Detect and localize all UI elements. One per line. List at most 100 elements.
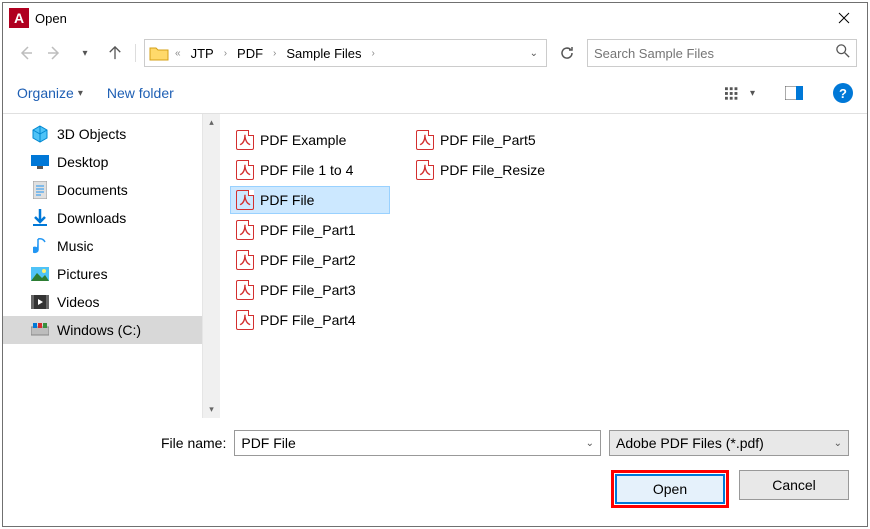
tree-item[interactable]: Windows (C:) bbox=[3, 316, 202, 344]
back-button[interactable] bbox=[13, 41, 37, 65]
chevron-right-icon: › bbox=[271, 48, 278, 59]
tree-item-label: 3D Objects bbox=[57, 126, 126, 142]
highlight-box: Open bbox=[611, 470, 729, 508]
tree-scrollbar[interactable]: ▴ ▾ bbox=[203, 114, 220, 418]
nav-row: ▾ « JTP › PDF › Sample Files › ⌄ bbox=[3, 33, 867, 73]
preview-pane-button[interactable] bbox=[779, 80, 809, 106]
desktop-icon bbox=[31, 153, 49, 171]
arrow-right-icon bbox=[47, 45, 63, 61]
arrow-up-icon bbox=[108, 46, 122, 60]
file-label: PDF File_Part1 bbox=[260, 222, 356, 238]
tree-item-label: Downloads bbox=[57, 210, 126, 226]
history-dropdown[interactable]: ▾ bbox=[73, 41, 97, 65]
file-item[interactable]: 人PDF File_Part4 bbox=[230, 306, 390, 334]
chevron-down-icon[interactable]: ⌄ bbox=[586, 438, 594, 449]
pdf-icon: 人 bbox=[236, 250, 254, 270]
file-item[interactable]: 人 PDF File_Part3 bbox=[230, 276, 390, 304]
close-button[interactable] bbox=[821, 3, 867, 33]
pdf-icon: 人 bbox=[416, 130, 434, 150]
filename-label: File name: bbox=[161, 435, 226, 451]
command-bar: Organize ▾ New folder ▾ ? bbox=[3, 73, 867, 113]
file-item[interactable]: 人PDF File 1 to 4 bbox=[230, 156, 390, 184]
breadcrumb-item[interactable]: JTP bbox=[187, 44, 218, 63]
tree-item[interactable]: Pictures bbox=[3, 260, 202, 288]
organize-label: Organize bbox=[17, 85, 74, 101]
chevron-down-icon: ⌄ bbox=[834, 438, 842, 449]
chevron-right-icon: › bbox=[222, 48, 229, 59]
breadcrumb-prefix: « bbox=[173, 48, 183, 59]
chevron-down-icon: ▾ bbox=[750, 88, 755, 99]
filename-input[interactable]: PDF File ⌄ bbox=[234, 430, 601, 456]
tree-item[interactable]: Downloads bbox=[3, 204, 202, 232]
organize-menu[interactable]: Organize ▾ bbox=[17, 85, 83, 101]
file-type-dropdown[interactable]: Adobe PDF Files (*.pdf) ⌄ bbox=[609, 430, 849, 456]
pdf-icon: 人 bbox=[236, 130, 254, 150]
file-item[interactable]: 人 PDF File_Part5 bbox=[410, 126, 570, 154]
file-label: PDF File bbox=[260, 192, 314, 208]
refresh-button[interactable] bbox=[553, 39, 581, 67]
scroll-down[interactable]: ▾ bbox=[203, 401, 220, 418]
file-item[interactable]: 人 PDF Example bbox=[230, 126, 390, 154]
scroll-up[interactable]: ▴ bbox=[203, 114, 220, 131]
dialog-body: 3D Objects Desktop Documents Downloads Music… bbox=[3, 113, 867, 418]
tree-item-label: Videos bbox=[57, 294, 100, 310]
tree-item[interactable]: Music bbox=[3, 232, 202, 260]
file-item[interactable]: 人 PDF File_Part2 bbox=[230, 246, 390, 274]
pdf-icon: 人 bbox=[236, 220, 254, 240]
tree-item[interactable]: Videos bbox=[3, 288, 202, 316]
file-label: PDF File_Part3 bbox=[260, 282, 356, 298]
folder-icon bbox=[149, 44, 169, 62]
footer-buttons: Open Cancel bbox=[21, 470, 849, 508]
file-item[interactable]: 人 PDF File_Part1 bbox=[230, 216, 390, 244]
forward-button[interactable] bbox=[43, 41, 67, 65]
downloads-icon bbox=[31, 209, 49, 227]
help-button[interactable]: ? bbox=[833, 83, 853, 103]
preview-pane-icon bbox=[785, 86, 803, 100]
file-item[interactable]: 人PDF File_Resize bbox=[410, 156, 570, 184]
open-button[interactable]: Open bbox=[615, 474, 725, 504]
new-folder-button[interactable]: New folder bbox=[107, 85, 174, 101]
tree-item[interactable]: Documents bbox=[3, 176, 202, 204]
close-icon bbox=[838, 12, 850, 24]
view-icon bbox=[725, 85, 746, 101]
filename-row: File name: PDF File ⌄ Adobe PDF Files (*… bbox=[161, 430, 849, 456]
titlebar: A Open bbox=[3, 3, 867, 33]
arrow-left-icon bbox=[17, 45, 33, 61]
file-label: PDF Example bbox=[260, 132, 346, 148]
pictures-icon bbox=[31, 265, 49, 283]
pdf-icon: 人 bbox=[236, 190, 254, 210]
acrobat-icon: A bbox=[9, 8, 29, 28]
cancel-button[interactable]: Cancel bbox=[739, 470, 849, 500]
view-options-button[interactable]: ▾ bbox=[725, 80, 755, 106]
tree-item-label: Music bbox=[57, 238, 94, 254]
search-icon[interactable] bbox=[836, 44, 850, 63]
file-label: PDF File_Part5 bbox=[440, 132, 536, 148]
search-input[interactable] bbox=[594, 46, 836, 61]
pdf-icon: 人 bbox=[236, 160, 254, 180]
3d-icon bbox=[31, 125, 49, 143]
filename-value: PDF File bbox=[241, 435, 295, 451]
tree-item-label: Windows (C:) bbox=[57, 322, 141, 338]
pdf-icon: 人 bbox=[236, 280, 254, 300]
documents-icon bbox=[31, 181, 49, 199]
tree-item[interactable]: 3D Objects bbox=[3, 120, 202, 148]
breadcrumb-item[interactable]: PDF bbox=[233, 44, 267, 63]
address-dropdown[interactable]: ⌄ bbox=[526, 48, 542, 59]
file-item[interactable]: 人 PDF File bbox=[230, 186, 390, 214]
file-label: PDF File_Part2 bbox=[260, 252, 356, 268]
tree-item-label: Pictures bbox=[57, 266, 108, 282]
chevron-down-icon: ▾ bbox=[78, 88, 83, 99]
footer: File name: PDF File ⌄ Adobe PDF Files (*… bbox=[3, 418, 867, 526]
up-button[interactable] bbox=[103, 41, 127, 65]
videos-icon bbox=[31, 293, 49, 311]
chevron-right-icon: › bbox=[370, 48, 377, 59]
search-box[interactable] bbox=[587, 39, 857, 67]
address-bar[interactable]: « JTP › PDF › Sample Files › ⌄ bbox=[144, 39, 547, 67]
file-list: 人PDF Example人PDF File 1 to 4人PDF File人PD… bbox=[220, 114, 867, 374]
tree-item[interactable]: Desktop bbox=[3, 148, 202, 176]
dialog-title: Open bbox=[35, 11, 821, 26]
file-label: PDF File_Resize bbox=[440, 162, 545, 178]
breadcrumb-item[interactable]: Sample Files bbox=[282, 44, 365, 63]
tree-item-label: Desktop bbox=[57, 154, 108, 170]
open-dialog: A Open ▾ « JTP › PDF › Sample Files › bbox=[2, 2, 868, 527]
